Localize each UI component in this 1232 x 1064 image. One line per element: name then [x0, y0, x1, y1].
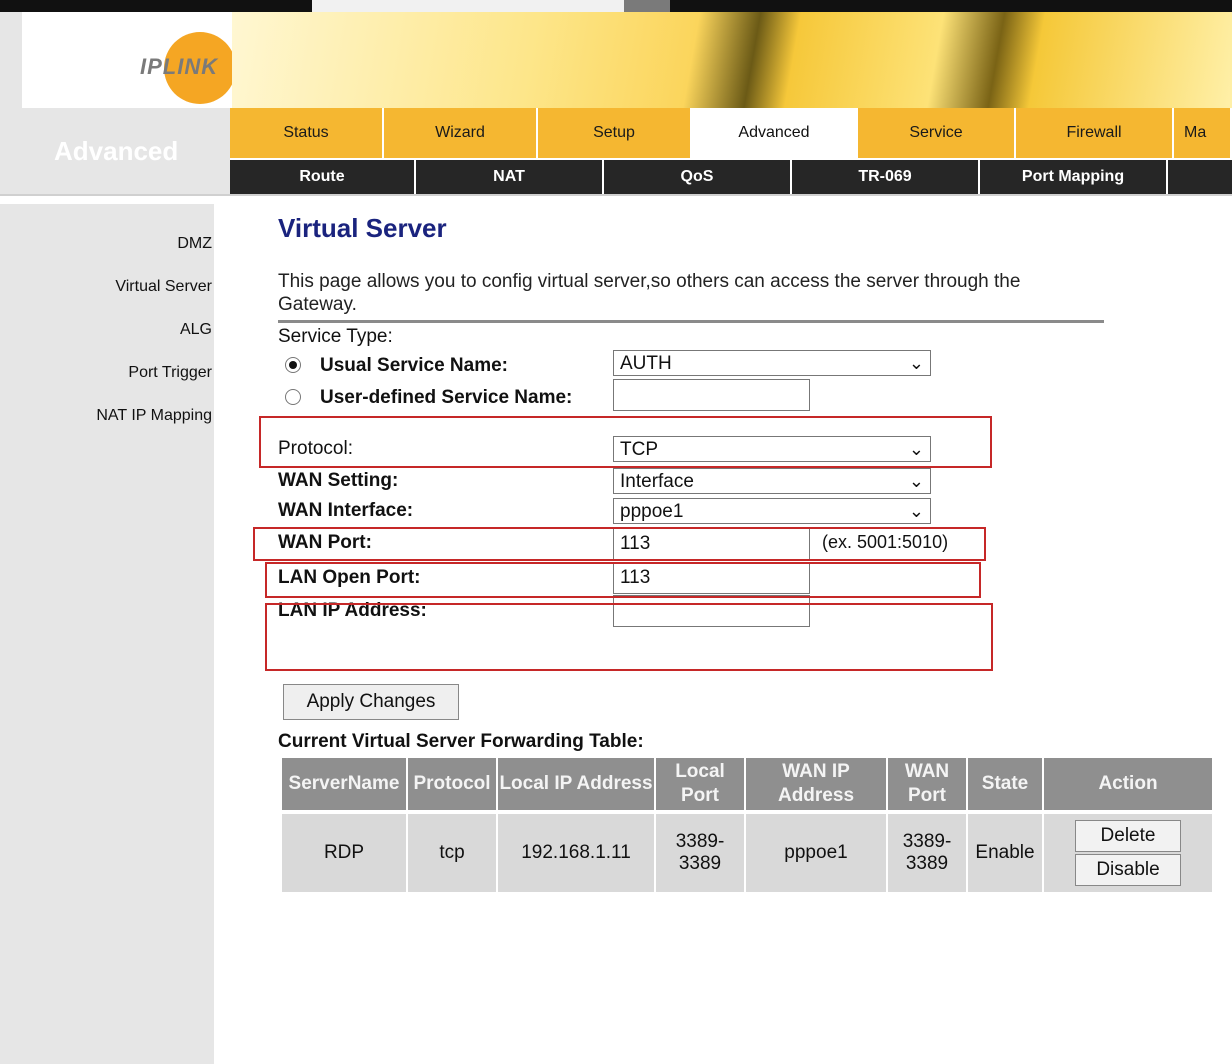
page-title: Virtual Server — [278, 213, 447, 243]
highlight-box-protocol — [259, 416, 992, 468]
tab-advanced[interactable]: Advanced — [692, 108, 858, 158]
subtab-nat[interactable]: NAT — [416, 160, 604, 194]
sidebar-section-header: Advanced — [0, 108, 230, 194]
page-description: This page allows you to config virtual s… — [278, 271, 1021, 315]
tab-wizard[interactable]: Wizard — [384, 108, 538, 158]
logo: IPLINK — [140, 32, 236, 104]
cell-wan-port: 3389-3389 — [888, 810, 966, 892]
subtab-tr069[interactable]: TR-069 — [792, 160, 980, 194]
wan-setting-select[interactable]: Interface ⌄ — [613, 468, 931, 494]
chevron-down-icon: ⌄ — [908, 353, 924, 373]
content-divider — [278, 320, 1104, 323]
logo-text: IPLINK — [140, 54, 219, 79]
sidebar-item-dmz[interactable]: DMZ — [177, 235, 212, 253]
col-header-local-ip: Local IP Address — [498, 758, 654, 810]
sidebar-item-alg[interactable]: ALG — [180, 321, 212, 339]
col-header-server-name: ServerName — [282, 758, 406, 810]
tab-firewall[interactable]: Firewall — [1016, 108, 1174, 158]
usual-service-label: Usual Service Name: — [320, 355, 508, 376]
cell-server-name: RDP — [282, 810, 406, 892]
col-header-wan-ip: WAN IP Address — [746, 758, 886, 810]
tab-setup[interactable]: Setup — [538, 108, 692, 158]
highlight-box-wan-port — [253, 527, 986, 561]
tab-ma[interactable]: Ma — [1174, 108, 1232, 158]
wan-setting-select-value: Interface — [620, 471, 694, 492]
col-header-protocol: Protocol — [408, 758, 496, 810]
table-row: RDP tcp 192.168.1.11 3389-3389 pppoe1 33… — [282, 810, 1212, 892]
cell-state: Enable — [968, 810, 1042, 892]
highlight-box-lan-open-port — [265, 562, 981, 598]
usual-service-radio[interactable] — [285, 357, 301, 373]
chevron-down-icon: ⌄ — [908, 501, 924, 521]
cell-local-ip: 192.168.1.11 — [498, 810, 654, 892]
col-header-local-port: Local Port — [656, 758, 744, 810]
usual-service-select[interactable]: AUTH ⌄ — [613, 350, 931, 376]
wan-interface-select-value: pppoe1 — [620, 501, 684, 522]
service-type-label: Service Type: — [278, 326, 393, 347]
user-defined-radio[interactable] — [285, 389, 301, 405]
sidebar-item-virtual-server[interactable]: Virtual Server — [115, 278, 212, 296]
sidebar-item-port-trigger[interactable]: Port Trigger — [128, 364, 212, 382]
user-defined-label: User-defined Service Name: — [320, 387, 573, 408]
subtab-qos[interactable]: QoS — [604, 160, 792, 194]
header: IPLINK — [0, 12, 1232, 108]
main-nav: Status Wizard Setup Advanced Service Fir… — [230, 108, 1232, 158]
table-title: Current Virtual Server Forwarding Table: — [278, 731, 644, 752]
col-header-state: State — [968, 758, 1042, 810]
tab-service[interactable]: Service — [858, 108, 1016, 158]
wan-setting-label: WAN Setting: — [278, 470, 399, 491]
subtab-port-mapping[interactable]: Port Mapping — [980, 160, 1168, 194]
cell-protocol: tcp — [408, 810, 496, 892]
usual-service-select-value: AUTH — [620, 353, 672, 374]
wan-interface-label: WAN Interface: — [278, 500, 414, 521]
chevron-down-icon: ⌄ — [908, 471, 924, 491]
cell-wan-ip: pppoe1 — [746, 810, 886, 892]
col-header-action: Action — [1044, 758, 1212, 810]
wan-interface-select[interactable]: pppoe1 ⌄ — [613, 498, 931, 524]
table-header-row: ServerName Protocol Local IP Address Loc… — [282, 758, 1212, 810]
cell-action: Delete Disable — [1044, 810, 1212, 892]
forwarding-table: ServerName Protocol Local IP Address Loc… — [280, 758, 1214, 892]
header-banner — [232, 12, 1232, 108]
tab-status[interactable]: Status — [230, 108, 384, 158]
sidebar-item-nat-ip-mapping[interactable]: NAT IP Mapping — [96, 407, 212, 425]
user-defined-input[interactable] — [613, 379, 810, 411]
col-header-wan-port: WAN Port — [888, 758, 966, 810]
highlight-box-lan-ip — [265, 603, 993, 671]
subtab-route[interactable]: Route — [230, 160, 416, 194]
apply-changes-button[interactable]: Apply Changes — [283, 684, 459, 720]
header-left-pad — [0, 12, 22, 108]
sidebar-section-title: Advanced — [54, 136, 179, 166]
nav-divider — [0, 194, 1232, 204]
top-strip — [0, 0, 1232, 16]
disable-button[interactable]: Disable — [1075, 854, 1181, 886]
delete-button[interactable]: Delete — [1075, 820, 1181, 852]
cell-local-port: 3389-3389 — [656, 810, 744, 892]
sub-nav: Route NAT QoS TR-069 Port Mapping — [230, 160, 1232, 194]
